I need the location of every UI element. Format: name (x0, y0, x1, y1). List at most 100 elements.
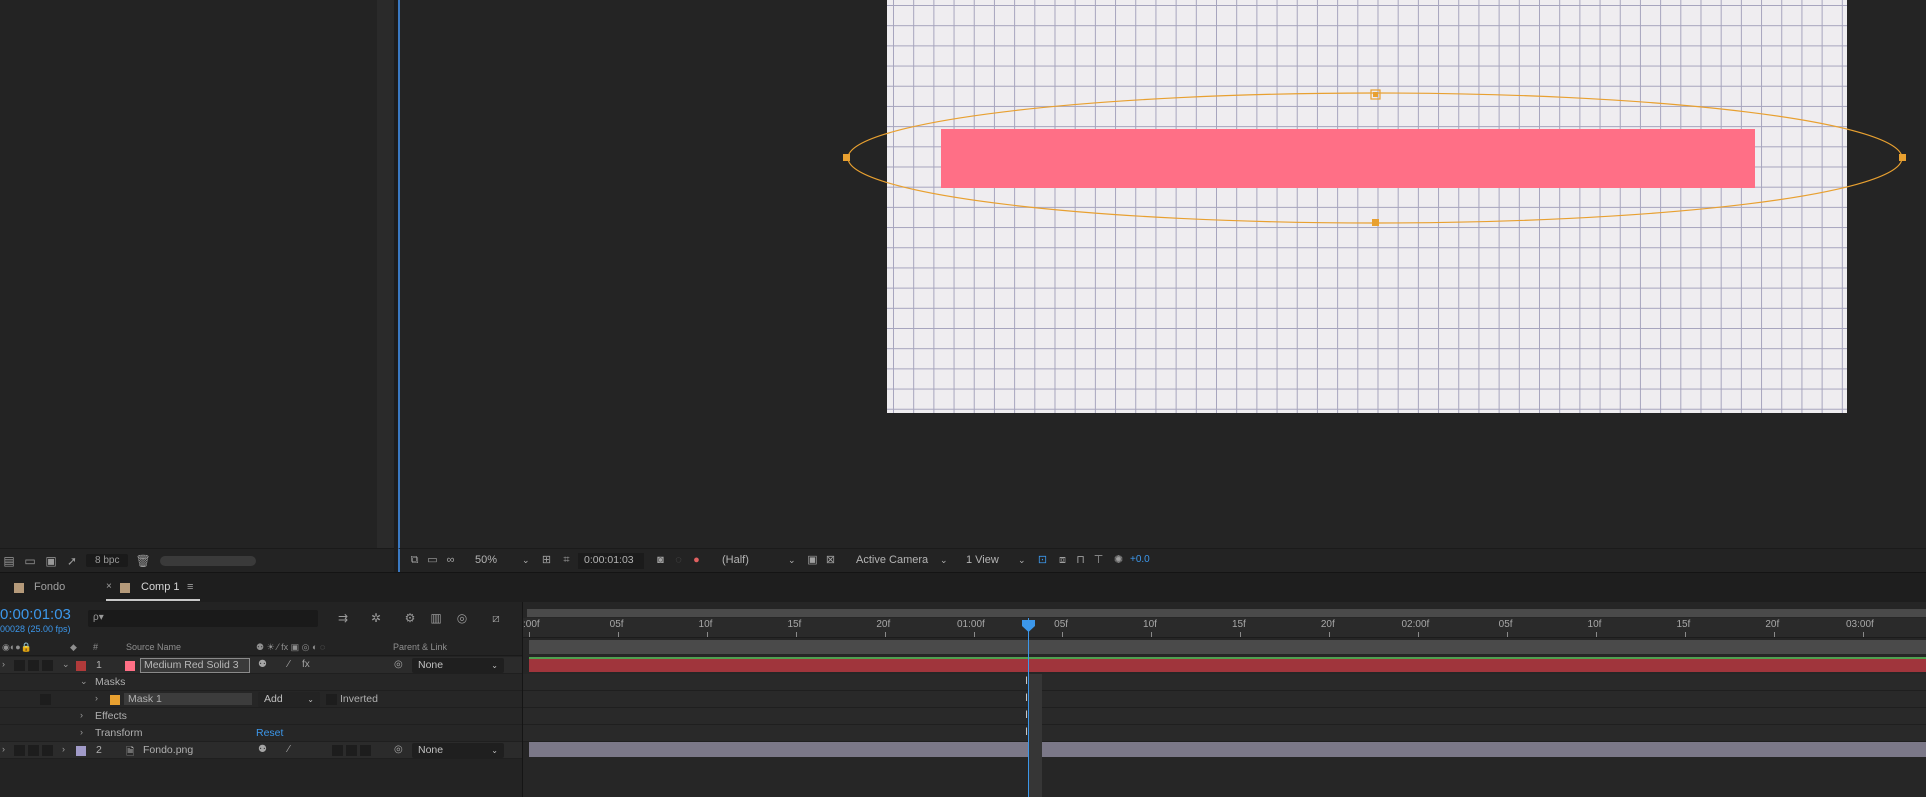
source-name-column-header[interactable]: Source Name (126, 642, 181, 652)
pickwhip-icon[interactable]: ◎ (394, 659, 403, 670)
mask-1-row[interactable]: › Mask 1 Add ⌄ Inverted (0, 691, 522, 708)
layer-label-color[interactable] (76, 746, 86, 756)
file-icon: 🗎 (126, 746, 135, 758)
fast-previews-icon[interactable]: ⧈ (1056, 554, 1069, 566)
video-visibility-icon[interactable]: › (2, 659, 5, 669)
twirl-down-icon[interactable]: ⌄ (62, 659, 70, 670)
always-preview-icon[interactable]: ⧉ (408, 554, 421, 566)
panel-menu-icon[interactable]: ≡ (187, 581, 193, 593)
quality-switch-icon[interactable]: ⁄ (288, 659, 290, 670)
solo-toggle[interactable] (28, 745, 39, 756)
shy-layers-icon[interactable]: ⚙ (402, 611, 418, 625)
layer-1-duration-bar[interactable] (529, 657, 1926, 672)
effects-row[interactable]: › Effects (0, 708, 522, 725)
motion-blur-icon[interactable]: ◎ (454, 611, 470, 625)
layer-label-color[interactable] (76, 661, 86, 671)
transform-row[interactable]: › Transform Reset (0, 725, 522, 742)
tab-comp-1[interactable]: Comp 1 (141, 581, 180, 593)
show-snapshot-icon[interactable]: ◌ (672, 554, 685, 566)
twirl-right-icon[interactable]: › (62, 744, 65, 754)
current-time-indicator-head[interactable] (1022, 620, 1035, 632)
switch-box[interactable] (360, 745, 371, 756)
mask-vertex-left[interactable] (843, 154, 850, 161)
layer-2-duration-bar[interactable] (529, 742, 1926, 757)
inverted-checkbox[interactable] (326, 694, 337, 705)
time-ruler[interactable]: :00f 05f 10f 15f 20f 01:00f 05f 10f 15f 20f 02:00f… (523, 618, 1926, 638)
reset-exposure-icon[interactable]: ✺ (1112, 554, 1125, 566)
interpret-footage-icon[interactable]: ▤ (2, 555, 16, 567)
mask-visibility-icon[interactable]: ⌗ (560, 554, 573, 566)
layer-row-2[interactable]: › › 2 🗎 Fondo.png ⚉ ⁄ ◎ None ⌄ (0, 742, 522, 759)
current-time-indicator[interactable] (1028, 618, 1029, 797)
viewer-timecode[interactable]: 0:00:01:03 (584, 554, 634, 566)
exposure-value[interactable]: +0.0 (1130, 554, 1150, 565)
lock-toggle[interactable] (42, 660, 53, 671)
snapshot-icon[interactable]: ◙ (654, 554, 667, 566)
switch-box[interactable] (332, 745, 343, 756)
mask-color-swatch[interactable] (110, 695, 120, 705)
solo-toggle[interactable] (28, 660, 39, 671)
graph-editor-icon[interactable]: ⧄ (488, 611, 504, 625)
transparency-grid-icon[interactable]: ⊠ (824, 554, 837, 566)
frame-blending-icon[interactable]: ▥ (428, 611, 444, 625)
audio-toggle[interactable] (14, 745, 25, 756)
mask-vertex-right[interactable] (1899, 154, 1906, 161)
close-tab-icon[interactable]: × (106, 581, 112, 592)
video-visibility-icon[interactable]: › (2, 744, 5, 754)
pickwhip-icon[interactable]: ◎ (394, 744, 403, 755)
av-features-icon[interactable]: ◉◐●🔒 (2, 642, 32, 653)
layer-search-input[interactable]: ρ▾ (88, 610, 318, 627)
title-action-safe-icon[interactable]: ⊞ (540, 554, 553, 566)
lock-toggle[interactable] (42, 745, 53, 756)
layer-name-field[interactable]: Medium Red Solid 3 (140, 658, 250, 673)
vr-goggles-icon[interactable]: ∞ (444, 554, 457, 566)
parent-dropdown-1[interactable]: None ⌄ (412, 658, 504, 673)
trash-icon[interactable]: 🗑 (135, 555, 150, 567)
bpc-button[interactable]: 8 bpc (86, 554, 129, 567)
layer-number: 2 (96, 744, 102, 756)
transform-reset-link[interactable]: Reset (256, 727, 283, 739)
render-queue-icon[interactable]: ➚ (65, 555, 79, 567)
switch-box[interactable] (346, 745, 357, 756)
parent-dropdown-2[interactable]: None ⌄ (412, 743, 504, 758)
mask-1-twirl-icon[interactable]: › (95, 693, 98, 703)
label-column-icon[interactable]: ◆ (70, 642, 77, 653)
mask-vertex-bottom[interactable] (1372, 219, 1379, 226)
timeline-icon[interactable]: ⊓ (1074, 554, 1087, 566)
resolution-dropdown[interactable]: (Half) (722, 554, 749, 566)
channel-icon[interactable]: ● (690, 554, 703, 566)
flowchart-icon[interactable]: ⊤ (1092, 554, 1105, 566)
new-comp-icon[interactable]: ▣ (44, 555, 58, 567)
time-graph[interactable]: :00f 05f 10f 15f 20f 01:00f 05f 10f 15f 20f 02:00f… (522, 602, 1926, 797)
project-scrollbar[interactable] (377, 0, 394, 548)
tab-fondo[interactable]: Fondo (34, 581, 65, 593)
transform-twirl-icon[interactable]: › (80, 727, 83, 737)
parent-value-2: None (418, 744, 444, 756)
effects-twirl-icon[interactable]: › (80, 710, 83, 720)
new-folder-icon[interactable]: ▭ (23, 555, 37, 567)
masks-twirl-icon[interactable]: ⌄ (80, 676, 88, 687)
monitor-icon[interactable]: ▭ (426, 554, 439, 566)
mask-lock-toggle[interactable] (40, 694, 51, 705)
toggle-pixel-aspect-icon[interactable]: ⊡ (1036, 554, 1049, 566)
masks-group-row[interactable]: ⌄ Masks (0, 674, 522, 691)
zoom-dropdown[interactable]: 50% (475, 554, 497, 566)
effects-switch-icon[interactable]: fx (302, 659, 310, 670)
camera-dropdown[interactable]: Active Camera (856, 554, 928, 566)
layer-name[interactable]: Fondo.png (143, 744, 193, 756)
quality-switch-icon[interactable]: ⁄ (288, 744, 290, 755)
shy-switch-icon[interactable]: ⚉ (258, 659, 267, 670)
mask-1-name[interactable]: Mask 1 (124, 693, 252, 705)
ellipse-mask-path[interactable] (840, 85, 1926, 230)
comp-mini-flowchart-icon[interactable]: ⇉ (335, 611, 351, 625)
region-of-interest-icon[interactable]: ▣ (806, 554, 819, 566)
draft-3d-icon[interactable]: ✲ (368, 611, 384, 625)
audio-toggle[interactable] (14, 660, 25, 671)
work-area-bar[interactable] (527, 609, 1926, 617)
mask-mode-dropdown[interactable]: Add ⌄ (258, 692, 320, 707)
timeline-current-time[interactable]: 0:00:01:03 (0, 606, 71, 623)
project-footer-scrollbar[interactable] (160, 555, 257, 566)
shy-switch-icon[interactable]: ⚉ (258, 744, 267, 755)
views-dropdown[interactable]: 1 View (966, 554, 999, 566)
layer-row-1[interactable]: › ⌄ 1 Medium Red Solid 3 ⚉ ⁄ fx ◎ None ⌄ (0, 657, 522, 674)
